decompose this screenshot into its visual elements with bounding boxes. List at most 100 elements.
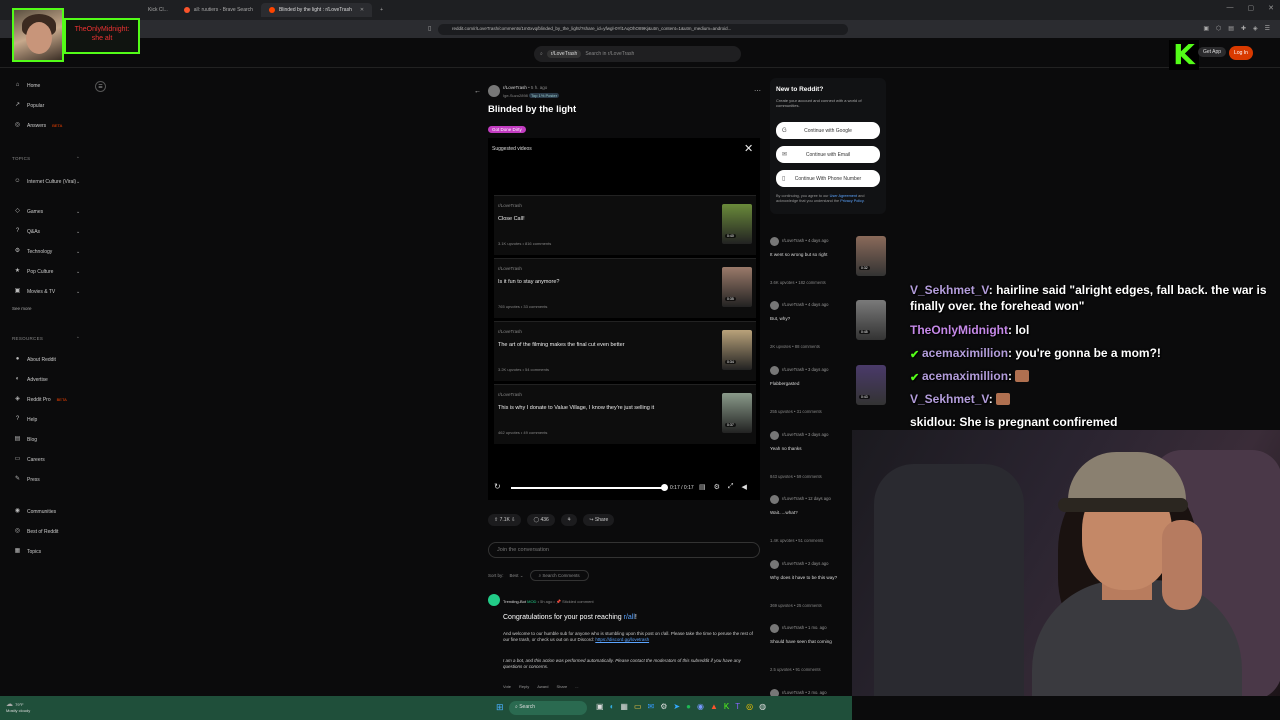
back-arrow-icon[interactable]: ← bbox=[474, 88, 481, 95]
chat-username[interactable]: V_Sekhmet_V bbox=[910, 283, 989, 297]
get-app-button[interactable]: Get App bbox=[1198, 47, 1227, 57]
related-post-title[interactable]: Wait.....what? bbox=[770, 510, 855, 515]
comment-action-2[interactable]: Award bbox=[537, 684, 548, 689]
weather-widget[interactable]: ☁ 79°F Mostly cloudy bbox=[6, 700, 30, 713]
suggested-video-thumbnail[interactable] bbox=[722, 267, 752, 307]
contact-mods-link[interactable]: contact the moderators of this subreddit bbox=[630, 658, 709, 663]
suggested-video-title[interactable]: This is why I donate to Value Village, I… bbox=[498, 405, 654, 411]
related-post-thumbnail[interactable] bbox=[856, 300, 886, 340]
continue-google-button[interactable]: G Continue with Google bbox=[776, 122, 880, 139]
maximize-icon[interactable]: ▢ bbox=[1248, 4, 1255, 12]
extension-icon[interactable]: ◈ bbox=[1253, 25, 1258, 32]
more-options-icon[interactable]: ⋯ bbox=[754, 87, 761, 95]
related-post-subreddit[interactable]: r/LoveTrash • 2 days ago bbox=[782, 561, 828, 566]
comment-action-4[interactable]: ... bbox=[575, 684, 578, 689]
suggested-video-title[interactable]: Close Call! bbox=[498, 216, 525, 222]
sidebar-item[interactable]: ★ Pop Culture ⌄ bbox=[14, 268, 84, 275]
discord-icon[interactable]: ◉ bbox=[697, 702, 704, 711]
share-button[interactable]: ↪ Share bbox=[583, 514, 615, 526]
extension-icon[interactable]: ☰ bbox=[1265, 25, 1270, 32]
award-button[interactable]: ⚘ bbox=[560, 514, 578, 526]
related-post-subreddit[interactable]: r/LoveTrash • 4 days ago bbox=[782, 238, 828, 243]
search-scope-chip[interactable]: r/LoveTrash bbox=[546, 50, 582, 58]
related-post-subreddit[interactable]: r/LoveTrash • 4 days ago bbox=[782, 302, 828, 307]
continue-phone-button[interactable]: ▯ Continue With Phone Number bbox=[776, 170, 880, 187]
comment-author[interactable]: Trending-Bot bbox=[503, 599, 526, 604]
continue-email-button[interactable]: ✉ Continue with Email bbox=[776, 146, 880, 163]
sidebar-item[interactable]: ◎ Answers BETA bbox=[14, 122, 84, 129]
comment-action-0[interactable]: Vote bbox=[503, 684, 511, 689]
related-post[interactable]: r/LoveTrash • 3 days ago Flabbergasted 255… bbox=[770, 365, 888, 425]
sidebar-item[interactable]: ● About Reddit bbox=[14, 356, 84, 363]
sidebar-item[interactable]: ▤ Blog bbox=[14, 436, 84, 443]
resources-section-header[interactable]: RESOURCES ⌃ bbox=[12, 336, 82, 341]
suggested-video-card[interactable]: r/LoveTrash Is it fun to stay anymore? 765… bbox=[494, 258, 756, 318]
discord-link[interactable]: https://discord.gg/lovetrash bbox=[595, 637, 649, 642]
chevron-down-icon[interactable]: ⌄ bbox=[76, 269, 80, 275]
upvote-icon[interactable]: ⇧ bbox=[494, 517, 498, 523]
related-post-thumbnail[interactable] bbox=[856, 365, 886, 405]
suggested-video-subreddit[interactable]: r/LoveTrash bbox=[498, 203, 522, 208]
r-all-link[interactable]: r/all bbox=[624, 614, 635, 621]
obs-icon[interactable]: ◍ bbox=[759, 702, 766, 711]
chat-username[interactable]: skidlou bbox=[910, 415, 952, 429]
chevron-down-icon[interactable]: ⌄ bbox=[76, 179, 80, 185]
sidebar-item[interactable]: ? Help bbox=[14, 416, 84, 423]
chat-username[interactable]: TheOnlyMidnight bbox=[910, 323, 1008, 337]
sidebar-collapse-icon[interactable]: ☰ bbox=[95, 81, 106, 92]
sort-dropdown[interactable]: Best ⌄ bbox=[510, 573, 524, 579]
volume-icon[interactable]: ◀ bbox=[742, 483, 747, 491]
bookmark-icon[interactable]: ▯ bbox=[428, 25, 431, 32]
login-button[interactable]: Log In bbox=[1229, 46, 1253, 60]
close-tab-icon[interactable]: ✕ bbox=[360, 7, 364, 13]
chrome-icon[interactable]: ◎ bbox=[746, 702, 753, 711]
sidebar-item[interactable]: ▦ Topics bbox=[14, 548, 84, 555]
sidebar-item[interactable]: ? Q&As ⌄ bbox=[14, 228, 84, 235]
close-window-icon[interactable]: ✕ bbox=[1268, 4, 1274, 12]
join-conversation-input[interactable]: Join the conversation bbox=[488, 542, 760, 558]
sidebar-item[interactable]: ◐ Advertise bbox=[14, 376, 84, 383]
browser-tab[interactable]: Kick Cl... bbox=[140, 3, 176, 17]
sidebar-item[interactable]: ↗ Popular bbox=[14, 102, 84, 109]
related-post-subreddit[interactable]: r/LoveTrash • 1 mo. ago bbox=[782, 625, 827, 630]
chat-username[interactable]: V_Sekhmet_V bbox=[910, 392, 989, 406]
settings-icon[interactable]: ⚙ bbox=[660, 702, 667, 711]
captions-icon[interactable]: ▤ bbox=[699, 483, 706, 491]
extension-icon[interactable]: ⬡ bbox=[1216, 25, 1221, 32]
see-more-link[interactable]: See more bbox=[12, 306, 32, 311]
store-icon[interactable]: ▦ bbox=[620, 702, 628, 711]
task-view-icon[interactable]: ▣ bbox=[596, 702, 604, 711]
video-progress-handle[interactable] bbox=[660, 484, 668, 491]
video-progress-bar[interactable] bbox=[511, 484, 668, 491]
related-post-title[interactable]: Should have seen that coming bbox=[770, 639, 855, 644]
related-post-thumbnail[interactable] bbox=[856, 236, 886, 276]
sidebar-item[interactable]: ◎ Best of Reddit bbox=[14, 528, 84, 535]
related-post-subreddit[interactable]: r/LoveTrash • 12 days ago bbox=[782, 496, 831, 501]
chevron-down-icon[interactable]: ⌄ bbox=[76, 229, 80, 235]
sidebar-item[interactable]: ◈ Reddit Pro BETA bbox=[14, 396, 84, 403]
file-explorer-icon[interactable]: ▭ bbox=[634, 702, 642, 711]
minimize-icon[interactable]: — bbox=[1227, 4, 1234, 12]
browser-tab-active[interactable]: Blinded by the light : r/LoveTrash ✕ bbox=[260, 3, 373, 17]
post-subreddit[interactable]: r/LoveTrash • 5 h. ago bbox=[503, 85, 547, 90]
search-comments-input[interactable]: ⌕ Search Comments bbox=[529, 570, 589, 581]
sidebar-item[interactable]: ☺ Internet Culture (Viral) ⌄ bbox=[14, 178, 84, 185]
author-name[interactable]: Ige-Suzo2898 bbox=[503, 93, 528, 98]
suggested-video-thumbnail[interactable] bbox=[722, 330, 752, 370]
replay-icon[interactable]: ↻ bbox=[494, 482, 501, 491]
suggested-video-thumbnail[interactable] bbox=[722, 204, 752, 244]
windows-start-icon[interactable]: ⊞ bbox=[496, 702, 504, 713]
comment-avatar[interactable] bbox=[488, 594, 500, 606]
new-tab-button[interactable]: + bbox=[372, 3, 391, 17]
post-flair[interactable]: Got Done Dirty bbox=[488, 126, 526, 133]
related-post-subreddit[interactable]: r/LoveTrash • 3 days ago bbox=[782, 432, 828, 437]
related-post-title[interactable]: It went so wrong but so right bbox=[770, 252, 855, 257]
chat-username[interactable]: acemaximillion bbox=[922, 369, 1008, 383]
fullscreen-icon[interactable]: ⤢ bbox=[728, 483, 734, 491]
close-suggestions-icon[interactable]: ✕ bbox=[744, 142, 753, 155]
related-post[interactable]: r/LoveTrash • 4 days ago It went so wrong… bbox=[770, 236, 888, 296]
teams-icon[interactable]: T bbox=[735, 702, 740, 711]
suggested-video-subreddit[interactable]: r/LoveTrash bbox=[498, 392, 522, 397]
video-player[interactable]: Suggested videos ✕ r/LoveTrash Close Call… bbox=[488, 138, 760, 500]
brave-icon[interactable]: ▲ bbox=[710, 702, 718, 711]
